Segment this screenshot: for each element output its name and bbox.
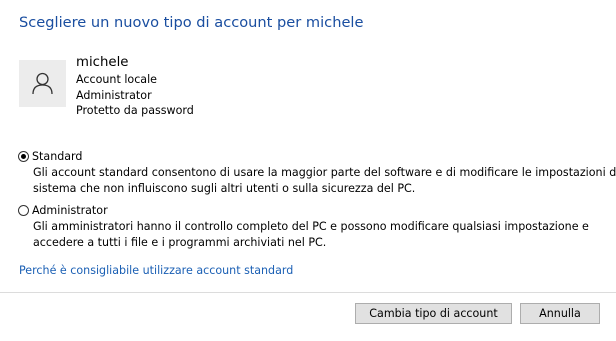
account-type-text: Account locale bbox=[76, 73, 157, 86]
why-standard-link[interactable]: Perché è consigliabile utilizzare accoun… bbox=[19, 264, 293, 277]
standard-description-line-2: sistema che non influiscono sugli altri … bbox=[33, 182, 416, 195]
user-icon bbox=[32, 72, 53, 95]
radio-administrator-button[interactable] bbox=[18, 205, 29, 216]
password-status-text: Protetto da password bbox=[76, 104, 194, 117]
radio-standard[interactable]: Standard bbox=[18, 150, 82, 163]
change-account-type-button[interactable]: Cambia tipo di account bbox=[355, 303, 512, 324]
administrator-description-line-2: accedere a tutti i file e i programmi ar… bbox=[33, 236, 327, 249]
cancel-button[interactable]: Annulla bbox=[520, 303, 600, 324]
radio-administrator-label[interactable]: Administrator bbox=[32, 204, 108, 217]
avatar bbox=[19, 60, 66, 107]
account-role-text: Administrator bbox=[76, 89, 152, 102]
radio-standard-button[interactable] bbox=[18, 151, 29, 162]
administrator-description-line-1: Gli amministratori hanno il controllo co… bbox=[33, 220, 589, 233]
change-account-type-dialog: Scegliere un nuovo tipo di account per m… bbox=[0, 0, 616, 341]
page-title: Scegliere un nuovo tipo di account per m… bbox=[19, 14, 364, 31]
radio-standard-label[interactable]: Standard bbox=[32, 150, 82, 163]
standard-description: Gli account standard consentono di usare… bbox=[33, 165, 616, 197]
administrator-description: Gli amministratori hanno il controllo co… bbox=[33, 219, 589, 251]
radio-administrator[interactable]: Administrator bbox=[18, 204, 108, 217]
user-name: michele bbox=[76, 55, 129, 70]
standard-description-line-1: Gli account standard consentono di usare… bbox=[33, 166, 616, 179]
divider bbox=[0, 292, 616, 293]
